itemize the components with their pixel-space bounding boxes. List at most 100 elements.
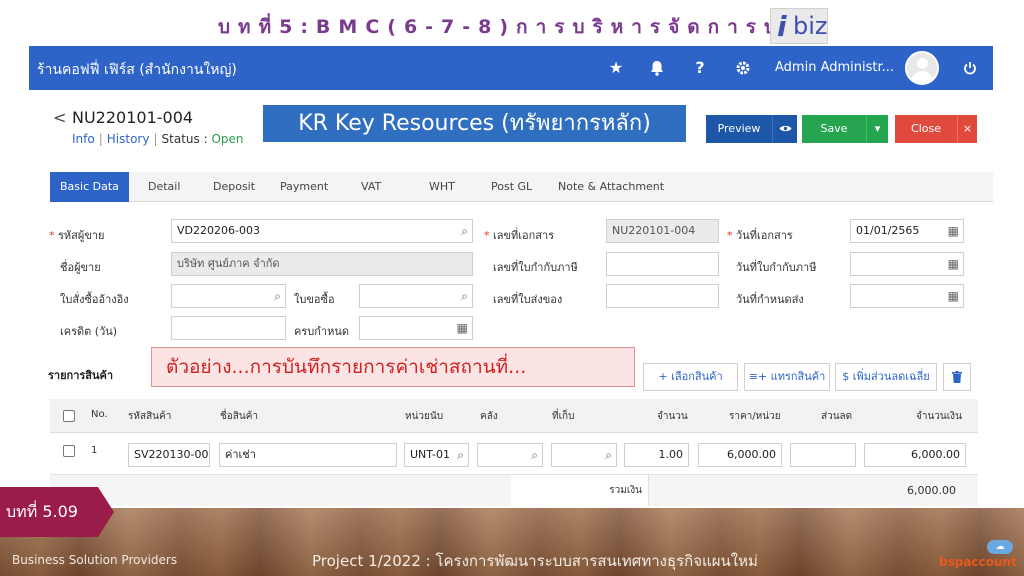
eye-icon[interactable]: [772, 115, 797, 143]
bsp-logo-text: bspaccount: [939, 555, 1017, 569]
star-icon[interactable]: ★: [603, 56, 629, 80]
search-icon: ⌕: [457, 448, 464, 462]
search-icon: ⌕: [461, 224, 468, 238]
back-icon[interactable]: <: [53, 108, 66, 127]
insert-product-button[interactable]: ≡+ แทรกสินค้า: [744, 363, 830, 391]
doc-date-label: * วันที่เอกสาร: [727, 229, 793, 242]
tax-invoice-no-field[interactable]: [606, 252, 719, 276]
gear-icon[interactable]: [730, 56, 756, 80]
preview-button[interactable]: Preview: [706, 115, 772, 143]
items-table-header: No. รหัสสินค้า ชื่อสินค้า หน่วยนับ คลัง …: [50, 399, 978, 433]
tab-payment[interactable]: Payment: [280, 172, 328, 202]
tax-invoice-date-field[interactable]: ▦: [850, 252, 964, 276]
close-icon[interactable]: ×: [957, 115, 977, 143]
avatar[interactable]: [905, 51, 939, 85]
po-ref-field[interactable]: ⌕: [171, 284, 286, 308]
pr-label: ใบขอซื้อ: [294, 293, 335, 306]
info-link[interactable]: Info: [72, 132, 95, 146]
doc-no-label: * เลขที่เอกสาร: [484, 229, 555, 242]
kr-banner: KR Key Resources (ทรัพยากรหลัก): [263, 105, 686, 142]
ibiz-logo-text: biz: [793, 12, 828, 40]
row-amount-field[interactable]: 6,000.00: [864, 443, 966, 467]
delivery-date-field[interactable]: ▦: [850, 284, 964, 308]
credit-field[interactable]: [171, 316, 286, 340]
separator: |: [153, 132, 158, 146]
separator: |: [98, 132, 103, 146]
tab-vat[interactable]: VAT: [361, 172, 381, 202]
search-icon: ⌕: [274, 289, 281, 303]
footer-project: Project 1/2022 : โครงการพัฒนาระบบสารสนเท…: [312, 552, 758, 570]
select-product-button[interactable]: + เลือกสินค้า: [643, 363, 738, 391]
bell-icon[interactable]: [644, 56, 670, 80]
col-amount: จำนวนเงิน: [916, 411, 962, 422]
row-location-field[interactable]: ⌕: [551, 443, 617, 467]
power-icon[interactable]: [957, 56, 983, 80]
example-banner: ตัวอย่าง...การบันทึกรายการค่าเช่าสถานที่…: [151, 347, 635, 387]
total-label: รวมเงิน: [511, 475, 649, 506]
status-separator: :: [203, 132, 208, 146]
table-row: 1 SV220130-00 ค่าเช่า UNT-01 ⌕ ⌕ ⌕ 1.00 6…: [50, 433, 978, 475]
tab-detail[interactable]: Detail: [148, 172, 180, 202]
col-no: No.: [91, 409, 108, 420]
doc-date-field[interactable]: 01/01/2565 ▦: [850, 219, 964, 243]
save-button[interactable]: Save: [802, 115, 866, 143]
row-warehouse-field[interactable]: ⌕: [477, 443, 543, 467]
col-unit: หน่วยนับ: [405, 411, 444, 422]
tab-basic-data[interactable]: Basic Data: [50, 172, 129, 202]
footer-company: Business Solution Providers: [12, 553, 178, 567]
document-number: NU220101-004: [72, 108, 194, 127]
delivery-no-field[interactable]: [606, 284, 719, 308]
save-dropdown-icon[interactable]: ▾: [866, 115, 888, 143]
row-code-field[interactable]: SV220130-00: [128, 443, 210, 467]
delivery-no-label: เลขที่ใบส่งของ: [493, 293, 563, 306]
help-icon[interactable]: ?: [687, 56, 713, 80]
col-price: ราคา/หน่วย: [729, 411, 781, 422]
col-warehouse: คลัง: [480, 411, 498, 422]
supplier-name-field: บริษัท ศูนย์ภาค จำกัด: [171, 252, 473, 276]
chapter-badge: บทที่ 5.09: [0, 487, 114, 537]
row-no: 1: [91, 445, 98, 456]
credit-label: เครดิต (วัน): [60, 325, 118, 338]
total-row: รวมเงิน 6,000.00: [50, 475, 978, 506]
pr-field[interactable]: ⌕: [359, 284, 473, 308]
row-name-field[interactable]: ค่าเช่า: [219, 443, 397, 467]
user-name[interactable]: Admin Administr...: [775, 60, 894, 75]
close-button[interactable]: Close: [895, 115, 957, 143]
status-value: Open: [211, 132, 244, 146]
row-qty-field[interactable]: 1.00: [624, 443, 689, 467]
search-icon: ⌕: [531, 448, 538, 462]
due-label: ครบกำหนด: [294, 325, 349, 338]
slide-title-text: บทที่5:BMC(6-7-8)การบริหารจัดการบน: [218, 16, 806, 38]
tab-note-attachment[interactable]: Note & Attachment: [558, 172, 664, 202]
add-discount-button[interactable]: $ เพิ่มส่วนลดเฉลี่ย: [835, 363, 937, 391]
supplier-code-field[interactable]: VD220206-003 ⌕: [171, 219, 473, 243]
ibiz-logo: i biz: [770, 8, 828, 44]
shop-name[interactable]: ร้านคอฟฟี่ เฟิร์ส (สำนักงานใหญ่): [37, 59, 237, 81]
row-unit-field[interactable]: UNT-01 ⌕: [404, 443, 469, 467]
calendar-icon: ▦: [947, 289, 959, 303]
due-date-field[interactable]: ▦: [359, 316, 473, 340]
col-code: รหัสสินค้า: [128, 411, 172, 422]
col-qty: จำนวน: [657, 411, 688, 422]
col-name: ชื่อสินค้า: [220, 411, 259, 422]
delete-button[interactable]: [943, 363, 971, 391]
app-window: ร้านคอฟฟี่ เฟิร์ส (สำนักงานใหญ่) ★ ? Adm…: [29, 46, 993, 506]
row-checkbox[interactable]: [63, 445, 75, 457]
row-price-field[interactable]: 6,000.00: [698, 443, 782, 467]
ibiz-logo-i: i: [777, 10, 787, 43]
select-all-checkbox[interactable]: [63, 410, 75, 422]
tab-wht[interactable]: WHT: [429, 172, 455, 202]
supplier-code-label: * รหัสผู้ขาย: [49, 229, 105, 242]
row-discount-field[interactable]: [790, 443, 856, 467]
document-links: Info | History | Status : Open: [72, 132, 244, 146]
status-label: Status: [161, 132, 200, 146]
calendar-icon: ▦: [947, 224, 959, 238]
slide-title: บทที่5:BMC(6-7-8)การบริหารจัดการบน i biz: [0, 6, 1024, 44]
tab-post-gl[interactable]: Post GL: [491, 172, 532, 202]
tab-deposit[interactable]: Deposit: [213, 172, 255, 202]
po-ref-label: ใบสั่งซื้ออ้างอิง: [60, 293, 129, 306]
calendar-icon: ▦: [456, 321, 468, 335]
history-link[interactable]: History: [107, 132, 150, 146]
calendar-icon: ▦: [947, 257, 959, 271]
delivery-date-label: วันที่กำหนดส่ง: [736, 293, 804, 306]
